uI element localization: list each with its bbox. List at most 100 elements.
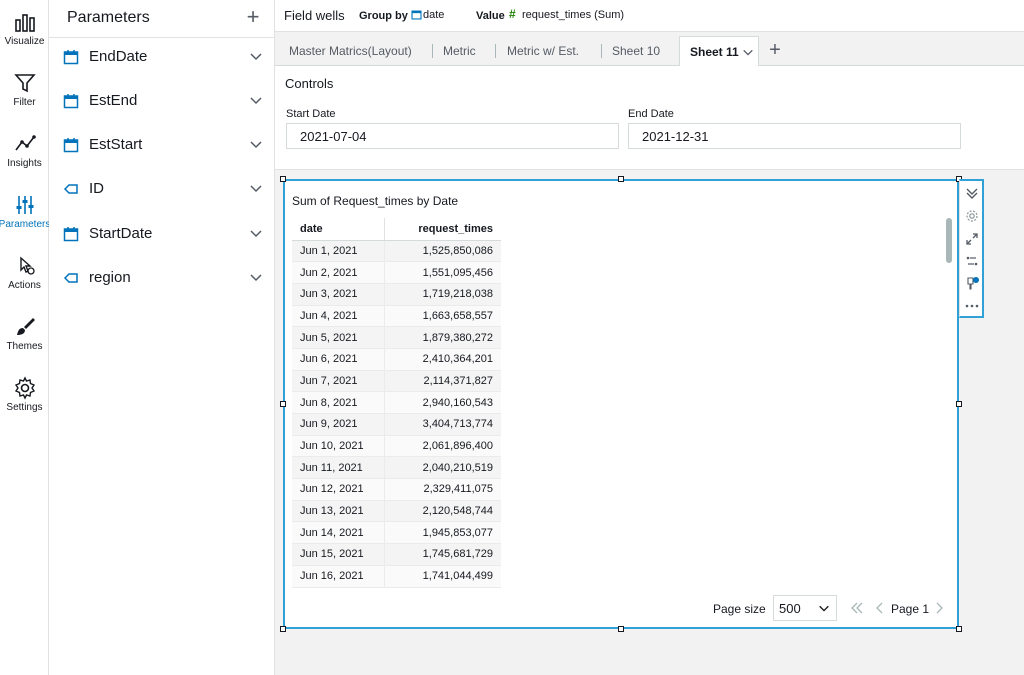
- chevron-down-icon[interactable]: [249, 137, 263, 151]
- table-row[interactable]: Jun 15, 2021 1,745,681,729: [292, 543, 501, 566]
- table-row[interactable]: Jun 8, 2021 2,940,160,543: [292, 391, 501, 414]
- rail-item-filter[interactable]: Filter: [0, 65, 49, 123]
- format-brush-icon[interactable]: [964, 275, 980, 291]
- vertical-scrollbar[interactable]: [946, 218, 952, 263]
- table-row[interactable]: Jun 14, 2021 1,945,853,077: [292, 521, 501, 545]
- cell-request-times[interactable]: 3,404,713,774: [383, 413, 501, 436]
- table-row[interactable]: Jun 1, 2021 1,525,850,086: [292, 240, 501, 263]
- cell-request-times[interactable]: 1,551,095,456: [383, 261, 501, 284]
- field-wells-title[interactable]: Field wells: [284, 8, 345, 23]
- tab-master-matrics-layout[interactable]: Master Matrics(Layout): [289, 36, 412, 66]
- tab-metric-w-est[interactable]: Metric w/ Est.: [507, 36, 579, 66]
- value-field[interactable]: request_times (Sum): [522, 9, 624, 21]
- group-by-field[interactable]: date: [423, 9, 444, 21]
- cell-request-times[interactable]: 1,945,853,077: [383, 521, 501, 545]
- resize-handle-bottom[interactable]: [618, 626, 624, 632]
- gear-icon[interactable]: [964, 208, 980, 224]
- resize-handle-left[interactable]: [280, 401, 286, 407]
- table-row[interactable]: Jun 11, 2021 2,040,210,519: [292, 456, 501, 480]
- cell-date[interactable]: Jun 7, 2021: [292, 370, 385, 393]
- first-page-icon[interactable]: [851, 601, 863, 615]
- table-row[interactable]: Jun 6, 2021 2,410,364,201: [292, 348, 501, 371]
- cell-date[interactable]: Jun 4, 2021: [292, 305, 385, 328]
- column-header-date[interactable]: date: [292, 218, 385, 241]
- start-date-input[interactable]: 2021-07-04: [286, 123, 619, 149]
- previous-page-icon[interactable]: [874, 601, 886, 615]
- chevron-down-icon[interactable]: [742, 46, 754, 58]
- parameter-item-startdate[interactable]: StartDate: [49, 217, 275, 253]
- rail-item-themes[interactable]: Themes: [0, 309, 49, 367]
- cell-date[interactable]: Jun 6, 2021: [292, 348, 385, 371]
- table-visual[interactable]: Sum of Request_times by Date date reques…: [283, 179, 959, 629]
- cell-date[interactable]: Jun 5, 2021: [292, 326, 385, 349]
- chevron-down-icon[interactable]: [249, 270, 263, 284]
- table-row[interactable]: Jun 9, 2021 3,404,713,774: [292, 413, 501, 436]
- field-wells[interactable]: Field wells Group by date Value # reques…: [275, 0, 1024, 32]
- expand-icon[interactable]: [964, 231, 980, 247]
- table-row[interactable]: Jun 16, 2021 1,741,044,499: [292, 565, 501, 588]
- cell-date[interactable]: Jun 10, 2021: [292, 435, 385, 458]
- chevron-down-icon[interactable]: [249, 93, 263, 107]
- add-parameter-button[interactable]: +: [242, 5, 264, 29]
- parameter-item-region[interactable]: region: [49, 261, 275, 297]
- chevron-down-icon[interactable]: [249, 181, 263, 195]
- cell-request-times[interactable]: 2,410,364,201: [383, 348, 501, 371]
- cell-date[interactable]: Jun 9, 2021: [292, 413, 385, 436]
- table-row[interactable]: Jun 10, 2021 2,061,896,400: [292, 435, 501, 458]
- chevron-down-icon[interactable]: [249, 49, 263, 63]
- resize-handle-bottom-left[interactable]: [280, 626, 286, 632]
- visual-title[interactable]: Sum of Request_times by Date: [292, 194, 458, 208]
- resize-handle-bottom-right[interactable]: [956, 626, 962, 632]
- cell-date[interactable]: Jun 14, 2021: [292, 521, 385, 545]
- cell-date[interactable]: Jun 2, 2021: [292, 261, 385, 284]
- rail-item-visualize[interactable]: Visualize: [0, 4, 49, 62]
- cell-request-times[interactable]: 2,061,896,400: [383, 435, 501, 458]
- rail-item-parameters[interactable]: Parameters: [0, 187, 49, 245]
- cell-request-times[interactable]: 1,879,380,272: [383, 326, 501, 349]
- resize-handle-right[interactable]: [956, 401, 962, 407]
- table-row[interactable]: Jun 7, 2021 2,114,371,827: [292, 370, 501, 393]
- table-row[interactable]: Jun 13, 2021 2,120,548,744: [292, 500, 501, 523]
- tab-sheet-11[interactable]: Sheet 11: [679, 36, 759, 67]
- tab-sheet-10[interactable]: Sheet 10: [612, 36, 660, 66]
- cell-request-times[interactable]: 1,525,850,086: [383, 240, 501, 263]
- cell-request-times[interactable]: 2,040,210,519: [383, 456, 501, 480]
- cell-request-times[interactable]: 2,329,411,075: [383, 478, 501, 501]
- controls-title[interactable]: Controls: [285, 76, 333, 91]
- cell-date[interactable]: Jun 12, 2021: [292, 478, 385, 501]
- cell-request-times[interactable]: 2,114,371,827: [383, 370, 501, 393]
- table-row[interactable]: Jun 2, 2021 1,551,095,456: [292, 261, 501, 284]
- rail-item-insights[interactable]: Insights: [0, 126, 49, 184]
- table-row[interactable]: Jun 12, 2021 2,329,411,075: [292, 478, 501, 501]
- chevron-down-icon[interactable]: [249, 226, 263, 240]
- cell-request-times[interactable]: 1,663,658,557: [383, 305, 501, 328]
- cell-date[interactable]: Jun 3, 2021: [292, 283, 385, 306]
- cell-date[interactable]: Jun 16, 2021: [292, 565, 385, 588]
- tab-metric[interactable]: Metric: [443, 36, 476, 66]
- table-row[interactable]: Jun 5, 2021 1,879,380,272: [292, 326, 501, 349]
- table-row[interactable]: Jun 4, 2021 1,663,658,557: [292, 305, 501, 328]
- cell-request-times[interactable]: 1,741,044,499: [383, 565, 501, 588]
- cell-request-times[interactable]: 2,940,160,543: [383, 391, 501, 414]
- swap-icon[interactable]: [964, 253, 980, 269]
- parameter-item-enddate[interactable]: EndDate: [49, 40, 275, 76]
- parameter-item-estend[interactable]: EstEnd: [49, 84, 275, 120]
- cell-date[interactable]: Jun 1, 2021: [292, 240, 385, 263]
- cell-request-times[interactable]: 1,745,681,729: [383, 543, 501, 566]
- parameter-item-id[interactable]: ID: [49, 172, 275, 208]
- cell-request-times[interactable]: 2,120,548,744: [383, 500, 501, 523]
- cell-date[interactable]: Jun 11, 2021: [292, 456, 385, 480]
- cell-date[interactable]: Jun 13, 2021: [292, 500, 385, 523]
- resize-handle-top[interactable]: [618, 176, 624, 182]
- table-row[interactable]: Jun 3, 2021 1,719,218,038: [292, 283, 501, 306]
- cell-date[interactable]: Jun 15, 2021: [292, 543, 385, 566]
- page-size-select[interactable]: 500: [773, 595, 837, 621]
- rail-item-settings[interactable]: Settings: [0, 370, 49, 428]
- cell-date[interactable]: Jun 8, 2021: [292, 391, 385, 414]
- end-date-input[interactable]: 2021-12-31: [628, 123, 961, 149]
- next-page-icon[interactable]: [933, 601, 945, 615]
- collapse-icon[interactable]: [964, 185, 980, 201]
- resize-handle-top-left[interactable]: [280, 176, 286, 182]
- add-sheet-button[interactable]: +: [765, 39, 785, 61]
- cell-request-times[interactable]: 1,719,218,038: [383, 283, 501, 306]
